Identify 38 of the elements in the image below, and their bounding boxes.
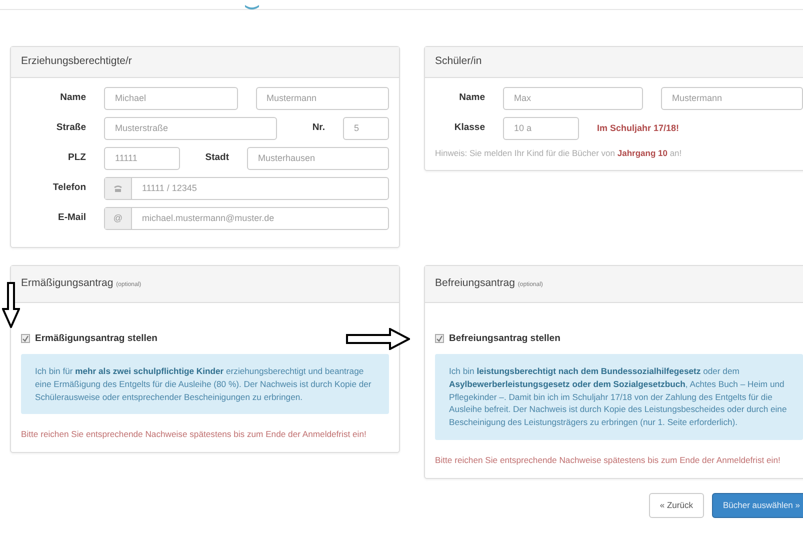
field-label: Stadt (204, 151, 229, 166)
input-field[interactable]: Musterstraße (104, 116, 277, 140)
field-label: Name (59, 91, 86, 106)
input-field[interactable]: 11111 / 12345 (104, 176, 389, 200)
input-field[interactable]: 10 a (503, 116, 579, 140)
checkbox[interactable] (435, 334, 444, 344)
input-field[interactable]: Mustermann (256, 86, 389, 110)
field-label: PLZ (67, 151, 86, 166)
input-field[interactable]: Michael (104, 86, 238, 110)
field-label: Nr. (311, 121, 325, 136)
hint-text: Hinweis: Sie melden Ihr Kind für die Bücher von Jahrgang 10 an! (435, 146, 683, 160)
at-sign: @ (113, 212, 123, 224)
checkbox-label: Ermäßigungsantrag stellen (35, 332, 158, 346)
info-text: Ich bin leistungsberechtigt nach dem Bundessozialhilfegesetz oder dem Asylbewerberleistungsgesetz oder dem Sozialgesetzbuch, Achtes Buch – Heim und Pflegekinder –. Damit bin ich im Schuljahr 17/18 von der Zahlung des Entgelts für die Ausleihe befreit. Der Nachweis ist durch Kopie des Leistungsbescheides oder durch eine Bescheinigung des Leistungsträgers zu erbringen (nur 1. Seite erforderlich). (435, 354, 803, 440)
note-text: Im Schuljahr 17/18! (597, 122, 680, 135)
field-label: Telefon (52, 181, 86, 196)
field-label: Straße (55, 121, 86, 136)
phone-icon (113, 184, 123, 192)
field-label: Klasse (453, 121, 485, 136)
panel-title: Ermäßigungsantrag (21, 276, 114, 289)
input-field[interactable]: Musterhausen (247, 146, 389, 170)
input-field[interactable]: Max (503, 86, 643, 110)
field-label: Name (458, 91, 485, 106)
input-field[interactable]: 5 (343, 116, 389, 140)
checkbox-label: Befreiungsantrag stellen (449, 332, 560, 346)
input-field[interactable]: @ michael.mustermann@muster.de (104, 206, 389, 230)
next-button[interactable]: Bücher auswählen » (712, 492, 803, 518)
info-text: Ich bin für mehr als zwei schulpflichtige Kinder erziehungsberechtigt und beantrage eine Ermäßigung des Entgelts für die Ausleihe (80 %). Der Nachweis ist durch Kopie der Schülerausweise oder entsprechender Bescheinigungen zu erbringen. (21, 354, 389, 414)
input-field[interactable]: 11111 (104, 146, 180, 170)
panel-title: Erziehungsberechtigte/r (21, 55, 132, 67)
back-button[interactable]: « Zurück (648, 492, 704, 518)
warning-text: Bitte reichen Sie entsprechende Nachweise spätestens bis zum Ende der Anmeldefrist ein! (21, 428, 368, 442)
field-label: E-Mail (57, 211, 86, 226)
input-field[interactable]: Mustermann (661, 86, 803, 110)
panel-title: Befreiungsantrag (435, 276, 515, 289)
warning-text: Bitte reichen Sie entsprechende Nachweise spätestens bis zum Ende der Anmeldefrist ein! (435, 454, 782, 468)
panel-title: Schüler/in (435, 55, 482, 67)
checkbox[interactable] (21, 334, 30, 344)
